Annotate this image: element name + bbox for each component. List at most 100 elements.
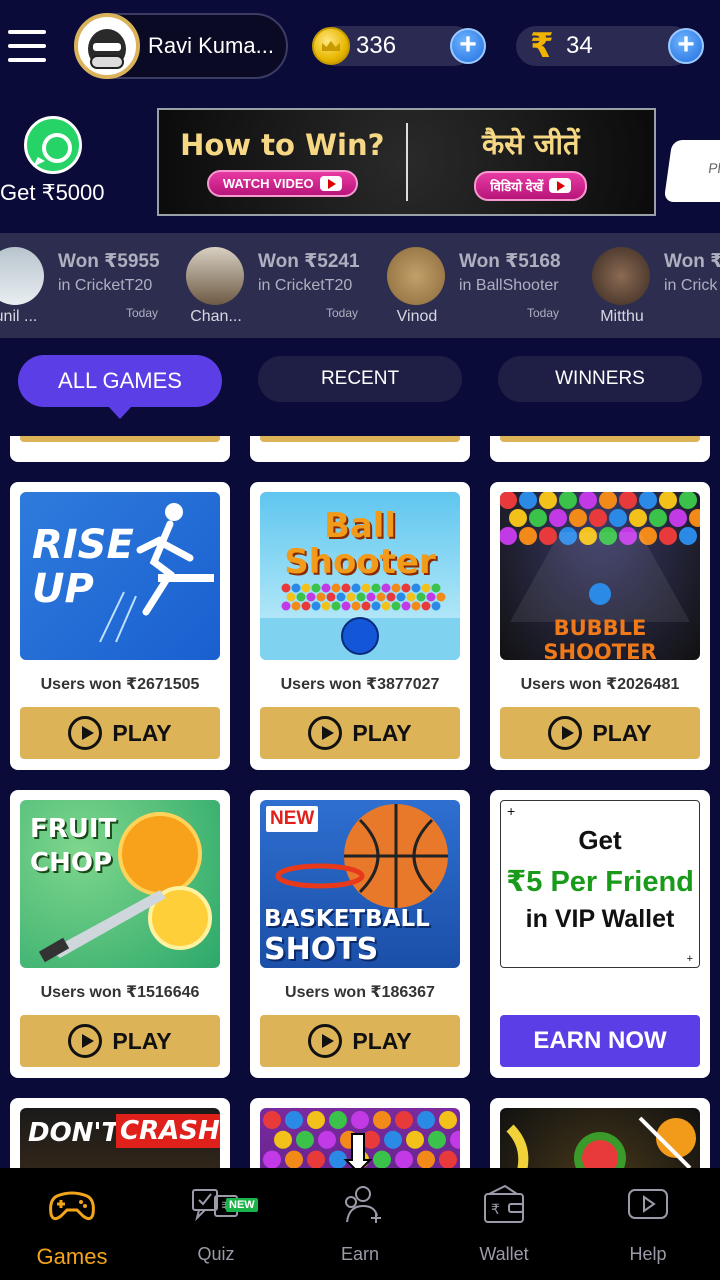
- next-banner-card[interactable]: Pl: [663, 140, 720, 202]
- nav-help[interactable]: Help: [576, 1168, 720, 1280]
- winner-name: unil ...: [0, 308, 38, 325]
- watch-video-hindi-button[interactable]: विडियो देखें: [474, 170, 588, 201]
- bubble-decoration: [396, 592, 406, 602]
- bubble-shooter-thumbnail[interactable]: BUBBLE SHOOTER: [500, 492, 700, 660]
- quiz-new-badge: NEW: [226, 1198, 258, 1212]
- bubble-decoration: [296, 592, 306, 602]
- nav-earn-label: Earn: [340, 1244, 380, 1264]
- basketball-shots-thumbnail[interactable]: NEW BASKETBALL SHOTS: [260, 800, 460, 968]
- username: Ravi Kuma...: [148, 33, 274, 58]
- bubble-decoration: [373, 1150, 391, 1168]
- game-card-rise-up[interactable]: RISE UP Users won ₹2671505 PLAY: [10, 482, 230, 770]
- cash-balance[interactable]: ₹ 34 +: [516, 26, 704, 66]
- bubble-decoration: [659, 492, 677, 509]
- bubble-decoration: [428, 1130, 446, 1149]
- add-cash-button[interactable]: +: [668, 28, 704, 64]
- bubble-decoration: [639, 492, 657, 509]
- winner-game: in Crick: [664, 277, 718, 294]
- game-card-fruit-chop[interactable]: FRUIT CHOP Users won ₹1516646 PLAY: [10, 790, 230, 1078]
- bubble-decoration: [426, 592, 436, 602]
- bubble-decoration: [391, 583, 401, 593]
- nav-wallet[interactable]: ₹ Wallet: [432, 1168, 576, 1280]
- game-card-partial[interactable]: [490, 436, 710, 462]
- fruit-chop-thumbnail[interactable]: FRUIT CHOP: [20, 800, 220, 968]
- bubble-decoration: [356, 592, 366, 602]
- add-user-icon: [345, 1186, 381, 1223]
- bubble-decoration: [291, 583, 301, 593]
- bubble-decoration: [519, 527, 537, 545]
- bubble-decoration: [629, 509, 647, 527]
- nav-games[interactable]: Games: [0, 1168, 144, 1280]
- corner-mark: +: [686, 953, 693, 965]
- play-button[interactable]: PLAY: [20, 707, 220, 759]
- whatsapp-share[interactable]: Get ₹5000: [0, 112, 110, 212]
- watch-video-button[interactable]: WATCH VIDEO: [206, 169, 358, 197]
- bottom-navigation: Games ₹ NEW Quiz Earn ₹ Wallet: [0, 1168, 720, 1280]
- game-card-ball-shooter[interactable]: Ball Shooter Users won ₹3877027 PLAY: [250, 482, 470, 770]
- game-card-basketball-shots[interactable]: NEW BASKETBALL SHOTS Users won ₹186367 P…: [250, 790, 470, 1078]
- bubble-decoration: [599, 492, 617, 509]
- play-label: PLAY: [112, 1027, 172, 1054]
- bubble-decoration: [281, 601, 291, 611]
- play-icon: [548, 716, 583, 750]
- referral-card[interactable]: + Get ₹5 Per Friend in VIP Wallet + EARN…: [490, 790, 710, 1078]
- profile-pill[interactable]: Ravi Kuma...: [74, 13, 288, 79]
- bubble-decoration: [331, 583, 341, 593]
- bubble-decoration: [589, 509, 607, 527]
- avatar: [74, 13, 140, 79]
- nav-earn[interactable]: Earn: [288, 1168, 432, 1280]
- bubble-decoration: [307, 1150, 325, 1168]
- bubble-decoration: [331, 601, 341, 611]
- new-badge: NEW: [266, 806, 319, 832]
- play-button[interactable]: PLAY: [20, 1015, 220, 1067]
- bubble-decoration: [381, 583, 391, 593]
- tab-recent[interactable]: RECENT: [258, 356, 462, 402]
- hamburger-menu-icon[interactable]: [8, 30, 46, 62]
- nav-quiz[interactable]: ₹ NEW Quiz: [144, 1168, 288, 1280]
- winner-game: in CricketT20: [258, 277, 353, 294]
- how-to-win-banner[interactable]: How to Win? WATCH VIDEO कैसे जीतें विडिय…: [157, 108, 656, 216]
- rise-up-thumbnail[interactable]: RISE UP: [20, 492, 220, 660]
- bubble-decoration: [669, 509, 687, 527]
- wallet-icon: ₹: [484, 1184, 524, 1223]
- dont-crash-thumbnail[interactable]: DON'T CRASH: [20, 1108, 220, 1168]
- bubble-decoration: [285, 1111, 303, 1129]
- bubble-decoration: [406, 1130, 424, 1149]
- bubble-decoration: [529, 509, 547, 527]
- add-coins-button[interactable]: +: [450, 28, 486, 64]
- how-to-win-title-hindi: कैसे जीतें: [481, 126, 580, 161]
- tab-winners[interactable]: WINNERS: [498, 356, 702, 402]
- game-card-bubble-shooter[interactable]: BUBBLE SHOOTER Users won ₹2026481 PLAY: [490, 482, 710, 770]
- play-button[interactable]: PLAY: [260, 707, 460, 759]
- bubble-decoration: [296, 1130, 314, 1149]
- winner-name: Mitthu: [600, 308, 644, 325]
- bubble-decoration: [401, 583, 411, 593]
- fruit-ninja-thumbnail[interactable]: [500, 1108, 700, 1168]
- bubble-decoration: [417, 1150, 435, 1168]
- game-card-partial[interactable]: [10, 436, 230, 462]
- bubble-decoration: [500, 527, 517, 545]
- bubble-decoration: [417, 1111, 435, 1129]
- bubble-decoration: [689, 509, 700, 527]
- play-icon: [68, 716, 103, 750]
- game-title: RISE: [32, 522, 134, 568]
- game-card-partial[interactable]: [250, 436, 470, 462]
- play-label: PLAY: [112, 719, 172, 746]
- bubble-decoration: [386, 592, 396, 602]
- game-card-fruit-ninja[interactable]: [490, 1098, 710, 1168]
- play-button[interactable]: PLAY: [500, 707, 700, 759]
- bubble-decoration: [336, 592, 346, 602]
- bubble-decoration: [431, 601, 441, 611]
- tab-all-games[interactable]: ALL GAMES: [18, 355, 222, 419]
- ball-shooter-thumbnail[interactable]: Ball Shooter: [260, 492, 460, 660]
- candy-game-thumbnail[interactable]: [260, 1108, 460, 1168]
- game-card-candy[interactable]: [250, 1098, 470, 1168]
- winner-time: Today: [326, 306, 359, 320]
- coin-balance[interactable]: 336 +: [312, 26, 486, 66]
- bubble-decoration: [341, 583, 351, 593]
- play-button[interactable]: PLAY: [260, 1015, 460, 1067]
- corner-mark: +: [507, 803, 516, 819]
- users-won-text: Users won ₹2026481: [520, 676, 680, 693]
- earn-now-button[interactable]: EARN NOW: [500, 1015, 700, 1067]
- game-card-dont-crash[interactable]: DON'T CRASH: [10, 1098, 230, 1168]
